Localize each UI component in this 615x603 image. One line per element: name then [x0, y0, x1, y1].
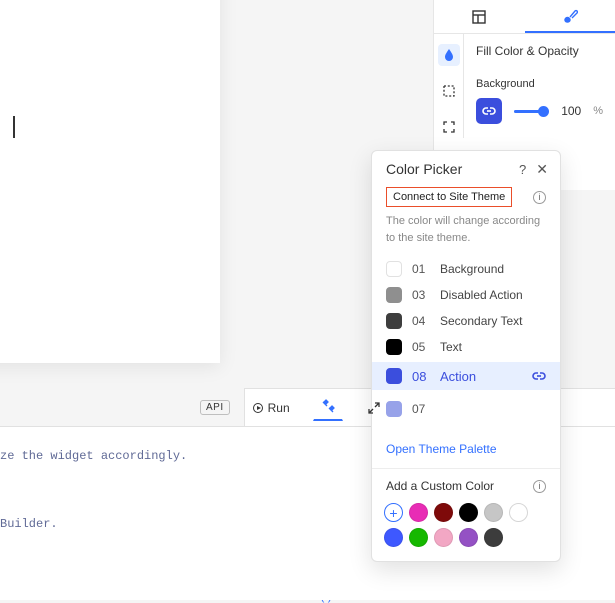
- rail-tabs: [434, 0, 615, 34]
- corners-icon: [442, 120, 456, 134]
- color-picker-popover: Color Picker ? ✕ Connect to Site Theme i…: [371, 150, 561, 562]
- tab-layout[interactable]: [434, 0, 525, 33]
- drop-icon: [442, 48, 456, 62]
- theme-row[interactable]: 03 Disabled Action: [386, 282, 546, 308]
- dashed-square-icon: [442, 84, 456, 98]
- mode-corners[interactable]: [438, 116, 460, 138]
- link-icon: [482, 106, 496, 116]
- info-icon[interactable]: i: [533, 191, 546, 204]
- info-icon[interactable]: i: [533, 480, 546, 493]
- theme-row[interactable]: 01 Background: [386, 256, 546, 282]
- color-swatch[interactable]: [434, 503, 453, 522]
- background-label: Background: [476, 78, 603, 90]
- design-section-title: Fill Color & Opacity: [476, 44, 603, 58]
- color-picker-title: Color Picker: [386, 161, 462, 177]
- design-mode-column: [434, 34, 464, 138]
- theme-row[interactable]: 07: [386, 396, 546, 422]
- theme-num: 01: [412, 262, 430, 276]
- theme-label: Text: [440, 340, 546, 354]
- expand-icon: [366, 400, 382, 416]
- color-swatch[interactable]: [509, 503, 528, 522]
- background-swatch[interactable]: [476, 98, 502, 124]
- theme-label: Action: [440, 369, 522, 384]
- open-theme-palette-link[interactable]: Open Theme Palette: [386, 442, 497, 456]
- play-icon: [253, 403, 263, 413]
- theme-label: Disabled Action: [440, 288, 546, 302]
- opacity-unit: %: [593, 105, 603, 117]
- theme-label: Background: [440, 262, 546, 276]
- expand-button[interactable]: [359, 395, 389, 421]
- tab-design[interactable]: [525, 0, 615, 33]
- text-cursor: [13, 116, 15, 138]
- theme-row[interactable]: 05 Text: [386, 334, 546, 360]
- run-label: Run: [268, 401, 290, 415]
- swatch-icon: [386, 339, 402, 355]
- properties-icon: [320, 399, 336, 415]
- swatch-icon: [386, 313, 402, 329]
- color-swatch[interactable]: [484, 528, 503, 547]
- theme-num: 05: [412, 340, 430, 354]
- color-swatch[interactable]: [459, 528, 478, 547]
- theme-num: 07: [412, 402, 430, 416]
- mode-border[interactable]: [438, 80, 460, 102]
- connect-to-site-theme[interactable]: Connect to Site Theme: [386, 187, 512, 207]
- theme-num: 04: [412, 314, 430, 328]
- brush-icon: [562, 8, 578, 24]
- swatch-icon: [386, 368, 402, 384]
- connect-desc: The color will change according to the s…: [386, 213, 546, 246]
- custom-color-header: Add a Custom Color: [386, 479, 494, 493]
- run-button[interactable]: Run: [246, 396, 297, 420]
- color-swatch[interactable]: [484, 503, 503, 522]
- link-icon: [532, 371, 546, 381]
- canvas-stage[interactable]: [0, 0, 220, 363]
- theme-num: 03: [412, 288, 430, 302]
- add-color-button[interactable]: +: [384, 503, 403, 522]
- layout-icon: [471, 9, 487, 25]
- custom-swatch-grid: +: [372, 499, 560, 561]
- color-swatch[interactable]: [409, 503, 428, 522]
- swatch-icon: [386, 287, 402, 303]
- opacity-value: 100: [555, 104, 581, 118]
- color-swatch[interactable]: [459, 503, 478, 522]
- color-swatch[interactable]: [434, 528, 453, 547]
- swatch-icon: [386, 261, 402, 277]
- theme-num: 08: [412, 369, 430, 384]
- props-toggle[interactable]: [313, 394, 343, 421]
- theme-row[interactable]: 04 Secondary Text: [386, 308, 546, 334]
- mode-fill[interactable]: [438, 44, 460, 66]
- theme-label: Secondary Text: [440, 314, 546, 328]
- color-swatch[interactable]: [409, 528, 428, 547]
- opacity-slider[interactable]: [514, 110, 543, 113]
- close-icon[interactable]: ✕: [536, 162, 548, 176]
- api-chip[interactable]: API: [200, 400, 230, 415]
- color-swatch[interactable]: [384, 528, 403, 547]
- theme-row-selected[interactable]: 08 Action: [372, 362, 560, 390]
- code-toolbar: API Run: [200, 394, 389, 421]
- help-icon[interactable]: ?: [519, 162, 526, 177]
